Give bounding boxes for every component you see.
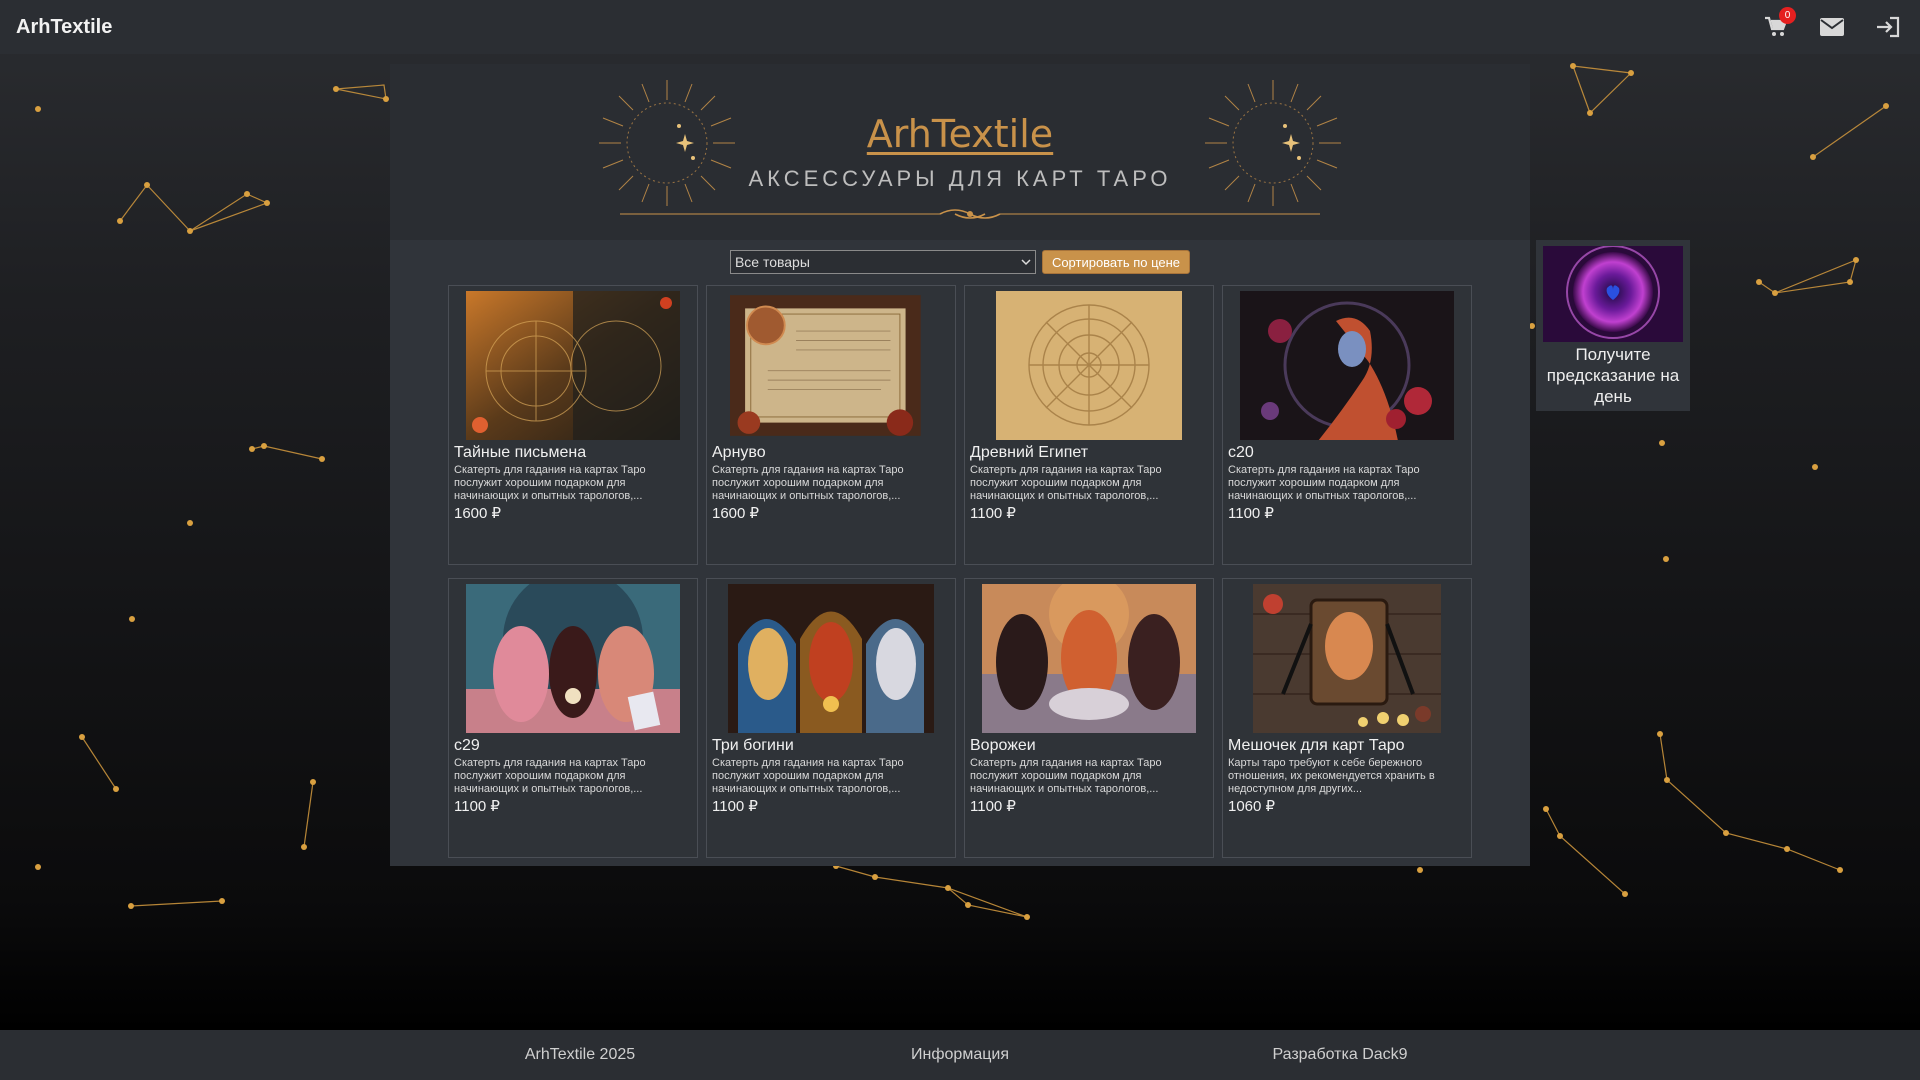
footer-info-link[interactable]: Информация: [911, 1046, 1009, 1064]
product-description: Скатерть для гадания на картах Таро посл…: [454, 464, 646, 502]
product-description: Скатерть для гадания на картах Таро посл…: [1228, 464, 1420, 502]
product-title: Древний Египет: [970, 444, 1089, 461]
product-image: [982, 584, 1196, 733]
footer-developer-link[interactable]: Разработка Dack9: [1272, 1046, 1407, 1064]
product-title: Тайные письмена: [454, 444, 587, 461]
chevron-down-icon: [1021, 259, 1031, 266]
product-price: 1100 ₽: [454, 798, 500, 815]
login-icon: [1877, 16, 1900, 38]
top-icons: 0: [1762, 7, 1902, 41]
product-card[interactable]: Древний Египет Скатерть для гадания на к…: [964, 285, 1214, 565]
product-price: 1060 ₽: [1228, 798, 1276, 815]
footer-copyright: ArhTextile 2025: [524, 1046, 636, 1063]
product-description: Карты таро требуют к себе бережного отно…: [1228, 757, 1435, 795]
product-price: 1600 ₽: [712, 505, 760, 522]
product-grid: Тайные письмена Скатерть для гадания на …: [448, 285, 1472, 858]
messages-button[interactable]: [1818, 13, 1846, 41]
product-card[interactable]: c20 Скатерть для гадания на картах Таро …: [1222, 285, 1472, 565]
product-price: 1100 ₽: [712, 798, 758, 815]
envelope-icon: [1820, 18, 1844, 36]
product-image: [996, 291, 1182, 440]
login-button[interactable]: [1874, 13, 1902, 41]
product-description: Скатерть для гадания на картах Таро посл…: [454, 757, 646, 795]
top-navbar: ArhTextile 0: [0, 0, 1920, 54]
product-image: [466, 291, 680, 440]
catalog-panel: Все товары Сортировать по цене Тайные пи…: [390, 240, 1530, 866]
hero-banner: ArhTextile АКСЕССУАРЫ ДЛЯ КАРТ ТАРО: [390, 64, 1530, 240]
category-filter-select[interactable]: Все товары: [729, 250, 1036, 274]
product-image: [466, 584, 680, 733]
product-card[interactable]: Мешочек для карт Таро Карты таро требуют…: [1222, 578, 1472, 858]
product-title: c29: [454, 737, 480, 754]
product-image: [1253, 584, 1441, 733]
cart-button[interactable]: 0: [1762, 7, 1796, 41]
product-description: Скатерть для гадания на картах Таро посл…: [712, 464, 904, 502]
product-description: Скатерть для гадания на картах Таро посл…: [712, 757, 904, 795]
product-title: Мешочек для карт Таро: [1228, 737, 1405, 754]
brand-logo[interactable]: ArhTextile: [16, 16, 112, 39]
footer: ArhTextile 2025 Информация Разработка Da…: [0, 1030, 1920, 1080]
product-price: 1100 ₽: [970, 798, 1016, 815]
product-price: 1600 ₽: [454, 505, 502, 522]
product-image: [1240, 291, 1454, 440]
product-card[interactable]: Ворожеи Скатерть для гадания на картах Т…: [964, 578, 1214, 858]
prediction-text: Получите предсказание на день: [1546, 345, 1680, 406]
product-description: Скатерть для гадания на картах Таро посл…: [970, 464, 1162, 502]
product-card[interactable]: Арнуво Скатерть для гадания на картах Та…: [706, 285, 956, 565]
product-image: [730, 295, 921, 436]
catalog-controls: Все товары Сортировать по цене: [390, 250, 1530, 274]
product-card[interactable]: c29 Скатерть для гадания на картах Таро …: [448, 578, 698, 858]
product-image: [728, 584, 934, 733]
sort-by-price-button[interactable]: Сортировать по цене: [1041, 250, 1191, 274]
hero-subtitle: АКСЕССУАРЫ ДЛЯ КАРТ ТАРО: [748, 166, 1172, 191]
product-card[interactable]: Три богини Скатерть для гадания на карта…: [706, 578, 956, 858]
product-title: c20: [1228, 444, 1254, 461]
category-filter-value: Все товары: [734, 254, 810, 270]
cart-count-badge: 0: [1779, 7, 1796, 24]
crystal-ball-image: [1543, 246, 1683, 342]
product-card[interactable]: Тайные письмена Скатерть для гадания на …: [448, 285, 698, 565]
product-price: 1100 ₽: [970, 505, 1016, 522]
ornament-divider: [620, 209, 1320, 219]
daily-prediction-widget[interactable]: Получите предсказание на день: [1536, 240, 1690, 411]
hero-title[interactable]: ArhTextile: [390, 112, 1530, 156]
product-title: Три богини: [712, 737, 794, 754]
product-title: Ворожеи: [970, 737, 1036, 754]
product-title: Арнуво: [712, 444, 766, 461]
product-description: Скатерть для гадания на картах Таро посл…: [970, 757, 1162, 795]
product-price: 1100 ₽: [1228, 505, 1274, 522]
